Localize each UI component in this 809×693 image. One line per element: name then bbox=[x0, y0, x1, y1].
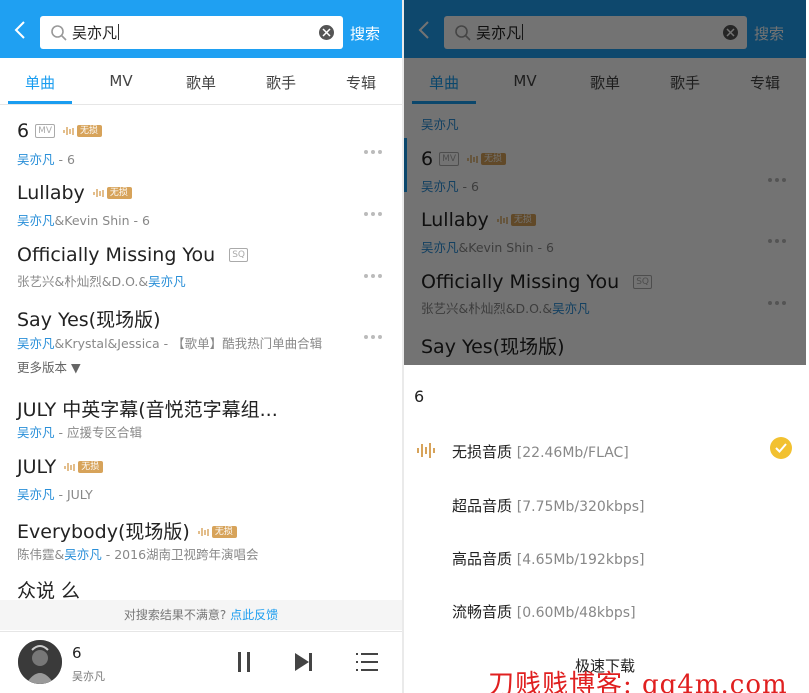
mv-badge: MV bbox=[35, 124, 56, 138]
song-title: 6MV无损 bbox=[17, 120, 103, 142]
sound-wave-icon bbox=[93, 189, 104, 197]
song-title: JULY 无损 bbox=[17, 456, 104, 478]
song-title: Officially Missing YouSQ bbox=[17, 244, 248, 266]
tab-albums[interactable]: 专辑 bbox=[331, 72, 391, 93]
song-subtitle: 吴亦凡 - 应援专区合辑 bbox=[17, 425, 142, 440]
lossless-badge: 无损 bbox=[64, 461, 104, 473]
playlist-icon[interactable] bbox=[356, 652, 378, 672]
sheet-title: 6 bbox=[414, 387, 425, 406]
sound-wave-icon bbox=[417, 443, 435, 458]
download-quality-screen: 吴亦凡 搜索 单曲 MV 歌单 歌手 专辑 吴亦凡 6MV无损 吴亦凡 - 6 … bbox=[404, 0, 806, 693]
lossless-badge: 无损 bbox=[198, 526, 237, 538]
sound-wave-icon bbox=[64, 463, 75, 471]
quality-option-super[interactable]: 超品音质 [7.75Mb/320kbps] bbox=[404, 495, 806, 545]
search-button[interactable]: 搜索 bbox=[350, 23, 380, 44]
song-item[interactable]: JULY 中英字幕(音悦范字幕组... 吴亦凡 - 应援专区合辑 bbox=[0, 395, 402, 457]
player-artist: 吴亦凡 bbox=[72, 670, 105, 683]
song-item[interactable]: Officially Missing YouSQ 张艺兴&朴灿烈&D.O.&吴亦… bbox=[0, 244, 402, 306]
more-options-icon[interactable] bbox=[364, 139, 386, 154]
search-query: 吴亦凡 bbox=[72, 24, 120, 42]
more-options-icon[interactable] bbox=[364, 201, 386, 216]
album-art[interactable] bbox=[18, 640, 62, 684]
watermark: 刀贱贱博客: qq4m.com bbox=[488, 670, 788, 693]
quality-label: 超品音质 [7.75Mb/320kbps] bbox=[452, 497, 645, 515]
song-item[interactable]: Everybody(现场版) 无损 陈伟霆&吴亦凡 - 2016湖南卫视跨年演唱会 bbox=[0, 517, 402, 579]
quality-label: 无损音质 [22.46Mb/FLAC] bbox=[452, 443, 629, 461]
mini-player[interactable]: 6 吴亦凡 bbox=[0, 631, 402, 693]
clear-icon[interactable] bbox=[319, 25, 334, 40]
sound-wave-icon bbox=[198, 528, 209, 536]
result-tabs: 单曲 MV 歌单 歌手 专辑 bbox=[0, 58, 402, 104]
more-options-icon[interactable] bbox=[364, 324, 386, 339]
song-title: Everybody(现场版) 无损 bbox=[17, 517, 237, 544]
song-item[interactable]: 6MV无损 吴亦凡 - 6 bbox=[0, 120, 402, 182]
feedback-link[interactable]: 点此反馈 bbox=[230, 608, 278, 622]
quality-option-lossless[interactable]: 无损音质 [22.46Mb/FLAC] bbox=[404, 437, 806, 491]
divider bbox=[0, 104, 402, 105]
song-subtitle: 吴亦凡 - JULY bbox=[17, 487, 93, 502]
more-options-icon[interactable] bbox=[364, 263, 386, 278]
more-versions-toggle[interactable]: 更多版本 ▼ bbox=[17, 357, 81, 376]
song-title: 众说 么 bbox=[17, 580, 81, 602]
download-quality-sheet: 6 无损音质 [22.46Mb/FLAC] 超品音质 [7.75Mb/320kb… bbox=[404, 365, 806, 693]
feedback-bar: 对搜索结果不满意? 点此反馈 bbox=[0, 600, 402, 630]
quality-option-high[interactable]: 高品音质 [4.65Mb/192kbps] bbox=[404, 548, 806, 598]
song-subtitle: 陈伟霆&吴亦凡 - 2016湖南卫视跨年演唱会 bbox=[17, 547, 259, 562]
song-item[interactable]: JULY 无损 吴亦凡 - JULY bbox=[0, 456, 402, 518]
sq-badge: SQ bbox=[229, 248, 248, 262]
pause-icon[interactable] bbox=[236, 652, 252, 672]
song-item[interactable]: Lullaby无损 吴亦凡&Kevin Shin - 6 bbox=[0, 182, 402, 244]
tab-playlists[interactable]: 歌单 bbox=[171, 72, 231, 93]
tab-songs[interactable]: 单曲 bbox=[10, 72, 70, 93]
modal-backdrop[interactable] bbox=[404, 0, 806, 365]
tab-mv[interactable]: MV bbox=[91, 72, 151, 90]
search-header: 吴亦凡 搜索 bbox=[0, 0, 402, 58]
quality-label: 流畅音质 [0.60Mb/48kbps] bbox=[452, 603, 636, 621]
check-icon bbox=[770, 437, 792, 459]
back-arrow-icon[interactable] bbox=[10, 19, 32, 41]
tab-artists[interactable]: 歌手 bbox=[251, 72, 311, 93]
lossless-badge: 无损 bbox=[63, 125, 103, 137]
song-title: Say Yes(现场版) bbox=[17, 309, 161, 331]
song-subtitle: 张艺兴&朴灿烈&D.O.&吴亦凡 bbox=[17, 274, 186, 289]
search-icon bbox=[51, 25, 67, 41]
lossless-badge: 无损 bbox=[93, 187, 132, 199]
song-subtitle: 吴亦凡 - 6 bbox=[17, 152, 75, 167]
sound-wave-icon bbox=[63, 127, 74, 135]
quality-option-smooth[interactable]: 流畅音质 [0.60Mb/48kbps] bbox=[404, 601, 806, 651]
song-title: JULY 中英字幕(音悦范字幕组... bbox=[17, 399, 278, 421]
search-results-screen: 吴亦凡 搜索 单曲 MV 歌单 歌手 专辑 6 MV 无损 吴亦凡 - 6 Lull… bbox=[0, 0, 402, 693]
search-input[interactable]: 吴亦凡 bbox=[40, 16, 343, 49]
song-subtitle: 吴亦凡&Krystal&Jessica - 【歌单】酷我热门单曲合辑 bbox=[17, 336, 323, 351]
song-title: Lullaby无损 bbox=[17, 182, 132, 204]
song-subtitle: 吴亦凡&Kevin Shin - 6 bbox=[17, 213, 150, 228]
player-title: 6 bbox=[72, 644, 82, 662]
quality-label: 高品音质 [4.65Mb/192kbps] bbox=[452, 550, 645, 568]
next-track-icon[interactable] bbox=[294, 652, 314, 672]
